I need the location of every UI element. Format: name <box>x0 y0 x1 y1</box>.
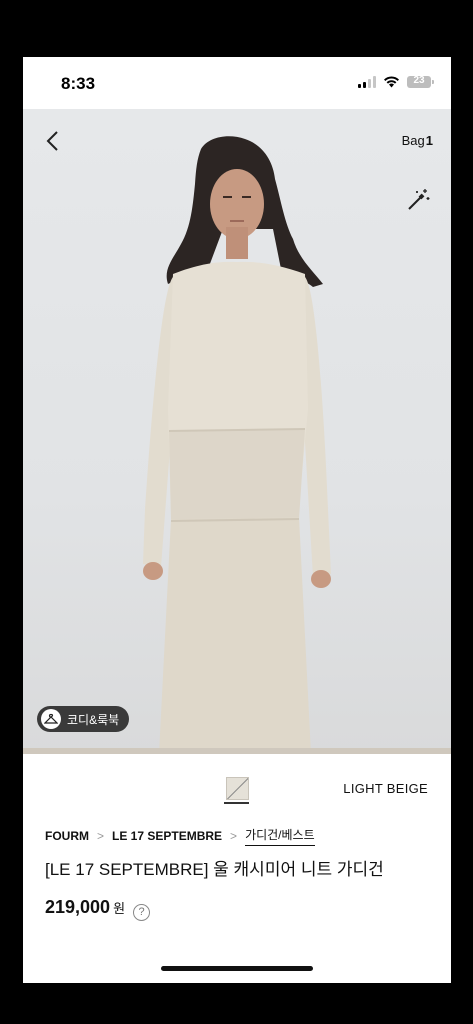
breadcrumb: FOURM > LE 17 SEPTEMBRE > 가디건/베스트 <box>45 826 315 846</box>
product-screen: 8:33 23 Bag1 코디&룩북 LIGHT BEIGE FOURM > L… <box>23 57 451 983</box>
status-icons: 23 <box>358 75 434 88</box>
bag-label: Bag <box>401 133 425 148</box>
product-title: [LE 17 SEPTEMBRE] 울 캐시미어 니트 가디건 <box>45 860 384 879</box>
color-selector: LIGHT BEIGE <box>23 775 451 805</box>
hanger-icon <box>41 709 61 729</box>
codi-lookbook-button[interactable]: 코디&룩북 <box>37 706 130 732</box>
magic-wand-icon[interactable] <box>405 187 431 213</box>
battery-icon: 23 <box>407 75 434 88</box>
chevron-right-icon: > <box>97 829 105 843</box>
price-help-icon[interactable]: ? <box>133 903 151 921</box>
back-arrow-icon[interactable] <box>39 127 67 155</box>
codi-lookbook-label: 코디&룩북 <box>67 712 120 727</box>
product-image[interactable]: Bag1 코디&룩북 <box>23 109 451 754</box>
selected-swatch-indicator <box>224 802 249 804</box>
color-swatch-light-beige[interactable] <box>226 777 249 800</box>
bag-count: 1 <box>425 133 433 148</box>
floor <box>23 748 451 754</box>
price-currency: 원 <box>113 901 126 916</box>
battery-level: 23 <box>413 75 425 86</box>
signal-icon <box>358 76 376 88</box>
color-name: LIGHT BEIGE <box>343 781 428 796</box>
home-indicator[interactable] <box>161 966 313 971</box>
status-bar: 8:33 23 <box>23 57 451 109</box>
bag-button[interactable]: Bag1 <box>402 133 433 148</box>
model-photo <box>143 136 331 754</box>
breadcrumb-category[interactable]: 가디건/베스트 <box>245 826 315 846</box>
chevron-right-icon: > <box>230 829 238 843</box>
wifi-icon <box>384 76 399 88</box>
breadcrumb-brand[interactable]: FOURM <box>45 829 89 843</box>
product-price: 219,000 원 ? <box>45 897 151 921</box>
price-value: 219,000 <box>45 897 111 917</box>
breadcrumb-line[interactable]: LE 17 SEPTEMBRE <box>112 829 222 843</box>
status-time: 8:33 <box>61 74 96 93</box>
